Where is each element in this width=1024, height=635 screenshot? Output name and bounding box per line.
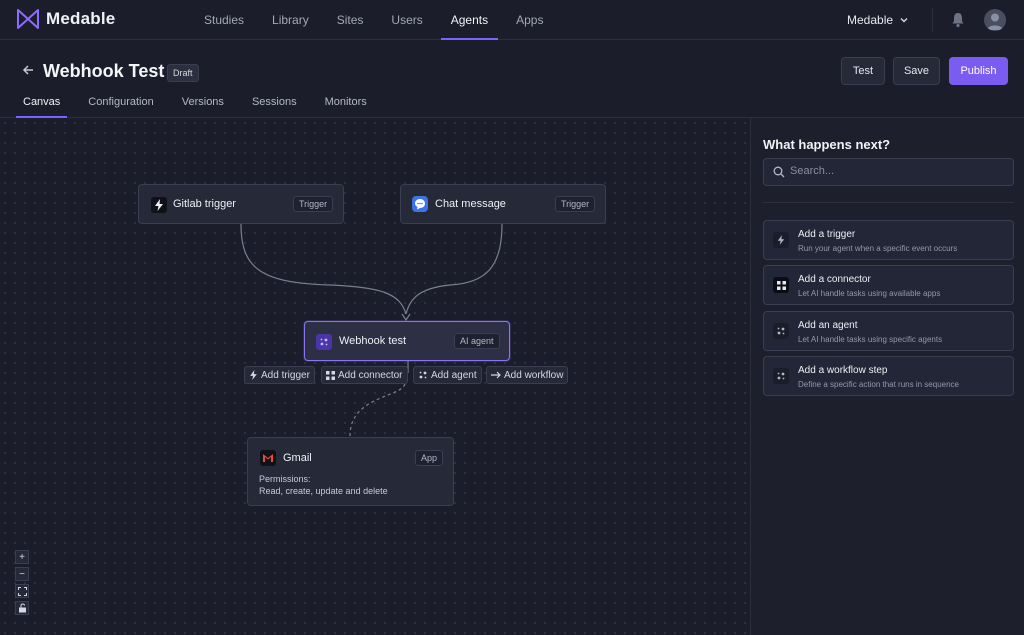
node-webhook-agent[interactable]: Webhook test AI agent [304, 321, 510, 361]
brand-name: Medable [46, 9, 116, 28]
tab-sessions[interactable]: Sessions [245, 94, 304, 118]
nav-item-studies[interactable]: Studies [190, 0, 258, 40]
node-tag: App [415, 450, 444, 466]
option-description: Run your agent when a specific event occ… [798, 244, 958, 253]
add-workflow-chip[interactable]: Add workflow [486, 366, 569, 384]
chat-bubble-icon [412, 196, 428, 212]
save-button[interactable]: Save [893, 57, 940, 85]
panel-search [763, 158, 1014, 186]
chip-label: Add connector [338, 369, 403, 381]
option-add-connector[interactable]: Add a connector Let AI handle tasks usin… [763, 265, 1014, 305]
zoom-out-button[interactable]: − [15, 567, 29, 581]
unlock-icon [18, 603, 26, 613]
org-name: Medable [847, 13, 894, 27]
sparkle-icon [773, 368, 789, 384]
permissions-label: Permissions: [259, 474, 311, 484]
tab-bar: Canvas Configuration Versions Sessions M… [16, 94, 388, 118]
gmail-icon [260, 450, 276, 466]
next-step-panel: What happens next? Add a trigger Run you… [750, 118, 1024, 635]
sparkle-icon [419, 371, 427, 379]
medable-logo-icon [17, 9, 39, 29]
lightning-icon [250, 370, 257, 380]
panel-divider [763, 202, 1014, 203]
nav-divider [932, 8, 933, 32]
option-description: Let AI handle tasks using specific agent… [798, 335, 943, 344]
option-add-agent[interactable]: Add an agent Let AI handle tasks using s… [763, 311, 1014, 351]
user-icon [987, 13, 1003, 30]
fit-view-button[interactable] [15, 584, 29, 598]
grid-icon [326, 370, 335, 380]
node-gitlab-trigger[interactable]: Gitlab trigger Trigger [138, 184, 344, 224]
main-nav: Studies Library Sites Users Agents Apps [190, 0, 557, 40]
node-chat-message[interactable]: Chat message Trigger [400, 184, 606, 224]
status-badge: Draft [167, 64, 199, 82]
avatar[interactable] [984, 9, 1006, 31]
nav-item-library[interactable]: Library [258, 0, 323, 40]
option-description: Define a specific action that runs in se… [798, 380, 959, 389]
option-add-trigger[interactable]: Add a trigger Run your agent when a spec… [763, 220, 1014, 260]
publish-button[interactable]: Publish [949, 57, 1008, 85]
node-gmail[interactable]: Gmail App Permissions: Read, create, upd… [247, 437, 454, 506]
nav-item-sites[interactable]: Sites [323, 0, 378, 40]
page-title: Webhook Test [43, 61, 165, 81]
node-tag: Trigger [293, 196, 334, 212]
zoom-in-button[interactable]: + [15, 550, 29, 564]
back-arrow-icon[interactable] [22, 64, 34, 76]
node-label: Gitlab trigger [173, 198, 236, 210]
workflow-canvas[interactable]: Gitlab trigger Trigger Chat message Trig… [0, 118, 750, 635]
chevron-down-icon [900, 18, 908, 23]
panel-title: What happens next? [763, 137, 891, 152]
grid-icon [773, 277, 789, 293]
add-trigger-chip[interactable]: Add trigger [244, 366, 315, 384]
permissions-value: Read, create, update and delete [259, 486, 388, 496]
chip-label: Add agent [431, 369, 477, 381]
chip-label: Add trigger [261, 369, 310, 381]
test-button[interactable]: Test [841, 57, 885, 85]
nav-item-agents[interactable]: Agents [437, 0, 502, 40]
add-connector-chip[interactable]: Add connector [321, 366, 408, 384]
add-agent-chip[interactable]: Add agent [413, 366, 482, 384]
node-tag: Trigger [555, 196, 596, 212]
option-title: Add a trigger [798, 229, 856, 240]
option-title: Add a connector [798, 274, 871, 285]
lightning-icon [773, 232, 789, 248]
option-title: Add an agent [798, 320, 858, 331]
chip-label: Add workflow [504, 369, 564, 381]
fit-view-icon [17, 586, 27, 596]
node-tag: AI agent [454, 333, 500, 349]
brand-logo[interactable]: Medable [16, 8, 115, 30]
tab-versions[interactable]: Versions [175, 94, 231, 118]
tab-canvas[interactable]: Canvas [16, 94, 68, 118]
page-header: Webhook Test Draft Test Save Publish Can… [0, 40, 1024, 118]
option-description: Let AI handle tasks using available apps [798, 289, 941, 298]
sparkle-icon [773, 323, 789, 339]
sparkle-icon [316, 334, 332, 350]
nav-item-users[interactable]: Users [377, 0, 436, 40]
node-label: Webhook test [339, 335, 407, 347]
node-label: Chat message [435, 198, 506, 210]
lock-button[interactable] [15, 601, 29, 615]
search-input[interactable] [790, 165, 1000, 177]
nav-item-apps[interactable]: Apps [502, 0, 557, 40]
org-switcher[interactable]: Medable [847, 13, 909, 27]
bell-icon[interactable] [950, 11, 966, 28]
tab-monitors[interactable]: Monitors [318, 94, 374, 118]
option-add-workflow-step[interactable]: Add a workflow step Define a specific ac… [763, 356, 1014, 396]
option-title: Add a workflow step [798, 365, 888, 376]
lightning-icon [151, 197, 167, 213]
top-navbar: Medable Studies Library Sites Users Agen… [0, 0, 1024, 40]
node-label: Gmail [283, 452, 312, 464]
arrow-right-icon [491, 371, 501, 379]
tab-configuration[interactable]: Configuration [81, 94, 160, 118]
search-icon [773, 166, 785, 178]
